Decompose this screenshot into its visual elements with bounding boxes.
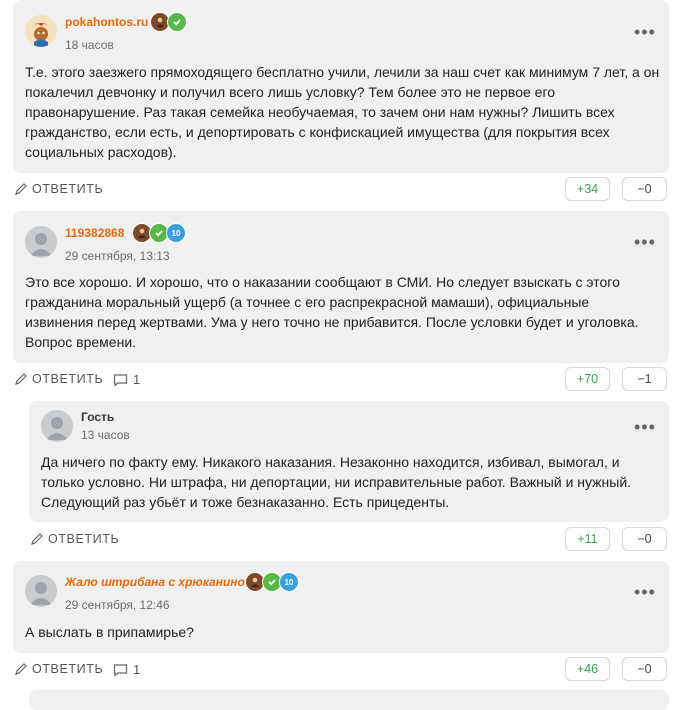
more-dots-icon[interactable]: •••: [634, 583, 656, 601]
upvote-button[interactable]: +34: [565, 177, 610, 201]
pencil-icon: [15, 663, 27, 675]
avatar[interactable]: [25, 226, 57, 258]
comment-time: 18 часов: [65, 38, 114, 52]
more-dots-icon[interactable]: •••: [634, 233, 656, 251]
comment-time: 29 сентября, 12:46: [65, 598, 170, 612]
pencil-icon: [31, 533, 43, 545]
replies-count[interactable]: 1: [113, 662, 140, 677]
comment-bubble-icon: [113, 663, 128, 677]
avatar[interactable]: [25, 575, 57, 607]
upvote-button[interactable]: +46: [565, 657, 610, 681]
reply-button[interactable]: ОТВЕТИТЬ: [14, 182, 103, 196]
reply-button[interactable]: ОТВЕТИТЬ: [30, 532, 119, 546]
pencil-icon: [15, 183, 27, 195]
level-badge-icon: 10: [279, 572, 299, 592]
comment-author[interactable]: Жало штрибана с хрюканиной: [65, 575, 252, 589]
comment-text: А выслать в припамирье?: [25, 624, 194, 640]
more-dots-icon[interactable]: •••: [634, 418, 656, 436]
comment-text: Это все хорошо. И хорошо, что о наказани…: [25, 274, 639, 350]
replies-count-value: 1: [133, 662, 141, 677]
user-badges: 10: [132, 223, 186, 243]
comment-time: 29 сентября, 13:13: [65, 249, 170, 263]
reply-label: ОТВЕТИТЬ: [32, 372, 104, 386]
comment-card: [29, 690, 669, 710]
comment-text: Т.е. этого заезжего прямоходящего беспла…: [25, 64, 660, 160]
replies-count[interactable]: 1: [113, 372, 140, 387]
upvote-button[interactable]: +70: [565, 367, 610, 391]
downvote-button[interactable]: −0: [622, 657, 667, 681]
reply-button[interactable]: ОТВЕТИТЬ: [14, 662, 103, 676]
upvote-button[interactable]: +11: [565, 527, 610, 551]
avatar[interactable]: [41, 410, 73, 442]
comment-author: Гость: [81, 410, 115, 424]
more-dots-icon[interactable]: •••: [634, 23, 656, 41]
downvote-button[interactable]: −1: [622, 367, 667, 391]
pencil-icon: [15, 373, 27, 385]
comment-text: Да ничего по факту ему. Никакого наказан…: [41, 454, 632, 510]
user-badges: [150, 12, 187, 32]
comment-bubble-icon: [113, 373, 128, 387]
comment-author[interactable]: 119382868: [65, 226, 124, 240]
reply-label: ОТВЕТИТЬ: [32, 662, 104, 676]
comment-time: 13 часов: [81, 428, 130, 442]
downvote-button[interactable]: −0: [622, 527, 667, 551]
reply-label: ОТВЕТИТЬ: [32, 182, 104, 196]
downvote-button[interactable]: −0: [622, 177, 667, 201]
avatar[interactable]: [25, 15, 57, 47]
replies-count-value: 1: [133, 372, 141, 387]
level-badge-icon: 10: [166, 223, 186, 243]
reply-button[interactable]: ОТВЕТИТЬ: [14, 372, 103, 386]
reply-label: ОТВЕТИТЬ: [48, 532, 120, 546]
comment-author[interactable]: pokahontos.ru: [65, 15, 148, 29]
user-badges: 10: [245, 572, 299, 592]
check-badge-icon: [167, 12, 187, 32]
